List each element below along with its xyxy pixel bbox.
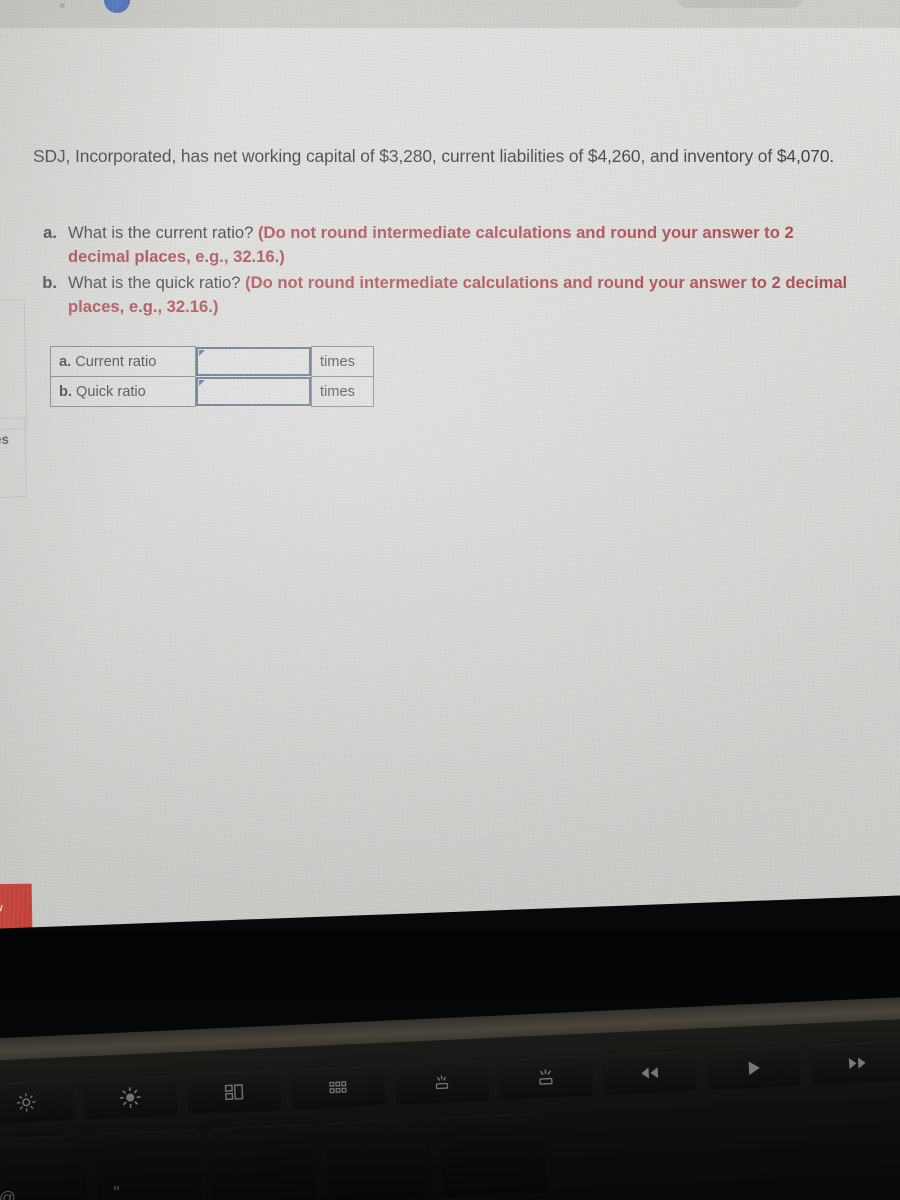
answer-table: a. Current ratio times b. Quick ratio ti… [50,346,374,407]
backlight-low-icon [435,1075,449,1090]
laptop-screen: es c aw ll SDJ, Incorporated, has net wo… [0,0,900,960]
part-b-body: What is the quick ratio? (Do not round i… [68,271,858,319]
question-stem: SDJ, Incorporated, has net working capit… [33,146,835,166]
keyboard-backlight-up-key[interactable] [497,1055,594,1101]
part-a-marker: a. [43,223,57,242]
fast-forward-icon [848,1057,866,1070]
brightness-low-icon [17,1093,36,1112]
brightness-up-key[interactable] [82,1075,179,1120]
blank-key-2[interactable] [324,1118,433,1200]
row-b-input-cell [196,377,312,407]
row-a-text: Current ratio [71,353,157,370]
play-pause-key[interactable] [705,1045,802,1091]
row-b-marker: b. [59,383,72,400]
question-parts: a. What is the current ratio? (Do not ro… [38,221,858,321]
address-bar-fragment[interactable] [678,0,802,8]
current-ratio-value [198,349,309,374]
part-b-prompt: What is the quick ratio? [68,273,246,293]
at-key[interactable]: @ [0,1134,88,1200]
mission-control-key[interactable] [186,1070,282,1115]
blank-key-1[interactable] [209,1123,318,1200]
quick-ratio-input[interactable] [196,377,311,406]
launchpad-key[interactable] [290,1065,386,1110]
quote-key[interactable]: " [94,1129,203,1200]
table-row: a. Current ratio times [50,346,374,377]
mission-control-icon [224,1084,244,1101]
part-a-body: What is the current ratio? (Do not round… [68,221,858,269]
row-a-input-cell [196,347,312,377]
brightness-high-icon [119,1087,141,1108]
question-part-a: a. What is the current ratio? (Do not ro… [38,221,858,269]
quick-ratio-value [198,379,309,404]
launchpad-grid-icon [329,1081,347,1094]
row-b-label: b. Quick ratio [50,376,196,407]
row-a-unit: times [311,346,374,377]
keyboard-backlight-down-key[interactable] [393,1060,490,1105]
part-a-prompt: What is the current ratio? [68,223,258,242]
current-ratio-input[interactable] [196,347,311,376]
chrome-dot [60,3,65,8]
fast-forward-key[interactable] [809,1040,900,1086]
question-content: SDJ, Incorporated, has net working capit… [0,28,900,928]
rewind-key[interactable] [601,1050,698,1096]
backlight-high-icon [539,1069,553,1085]
table-row: b. Quick ratio times [50,376,374,407]
row-a-marker: a. [59,353,72,370]
row-b-text: Quick ratio [71,383,146,400]
row-a-label: a. Current ratio [50,346,196,377]
brightness-down-key[interactable] [0,1080,75,1125]
rewind-icon [641,1067,659,1079]
play-icon [748,1061,760,1076]
blank-key-3[interactable] [439,1112,548,1198]
row-b-unit: times [311,376,374,407]
question-part-b: b. What is the quick ratio? (Do not roun… [38,271,858,319]
part-b-marker: b. [42,273,57,293]
